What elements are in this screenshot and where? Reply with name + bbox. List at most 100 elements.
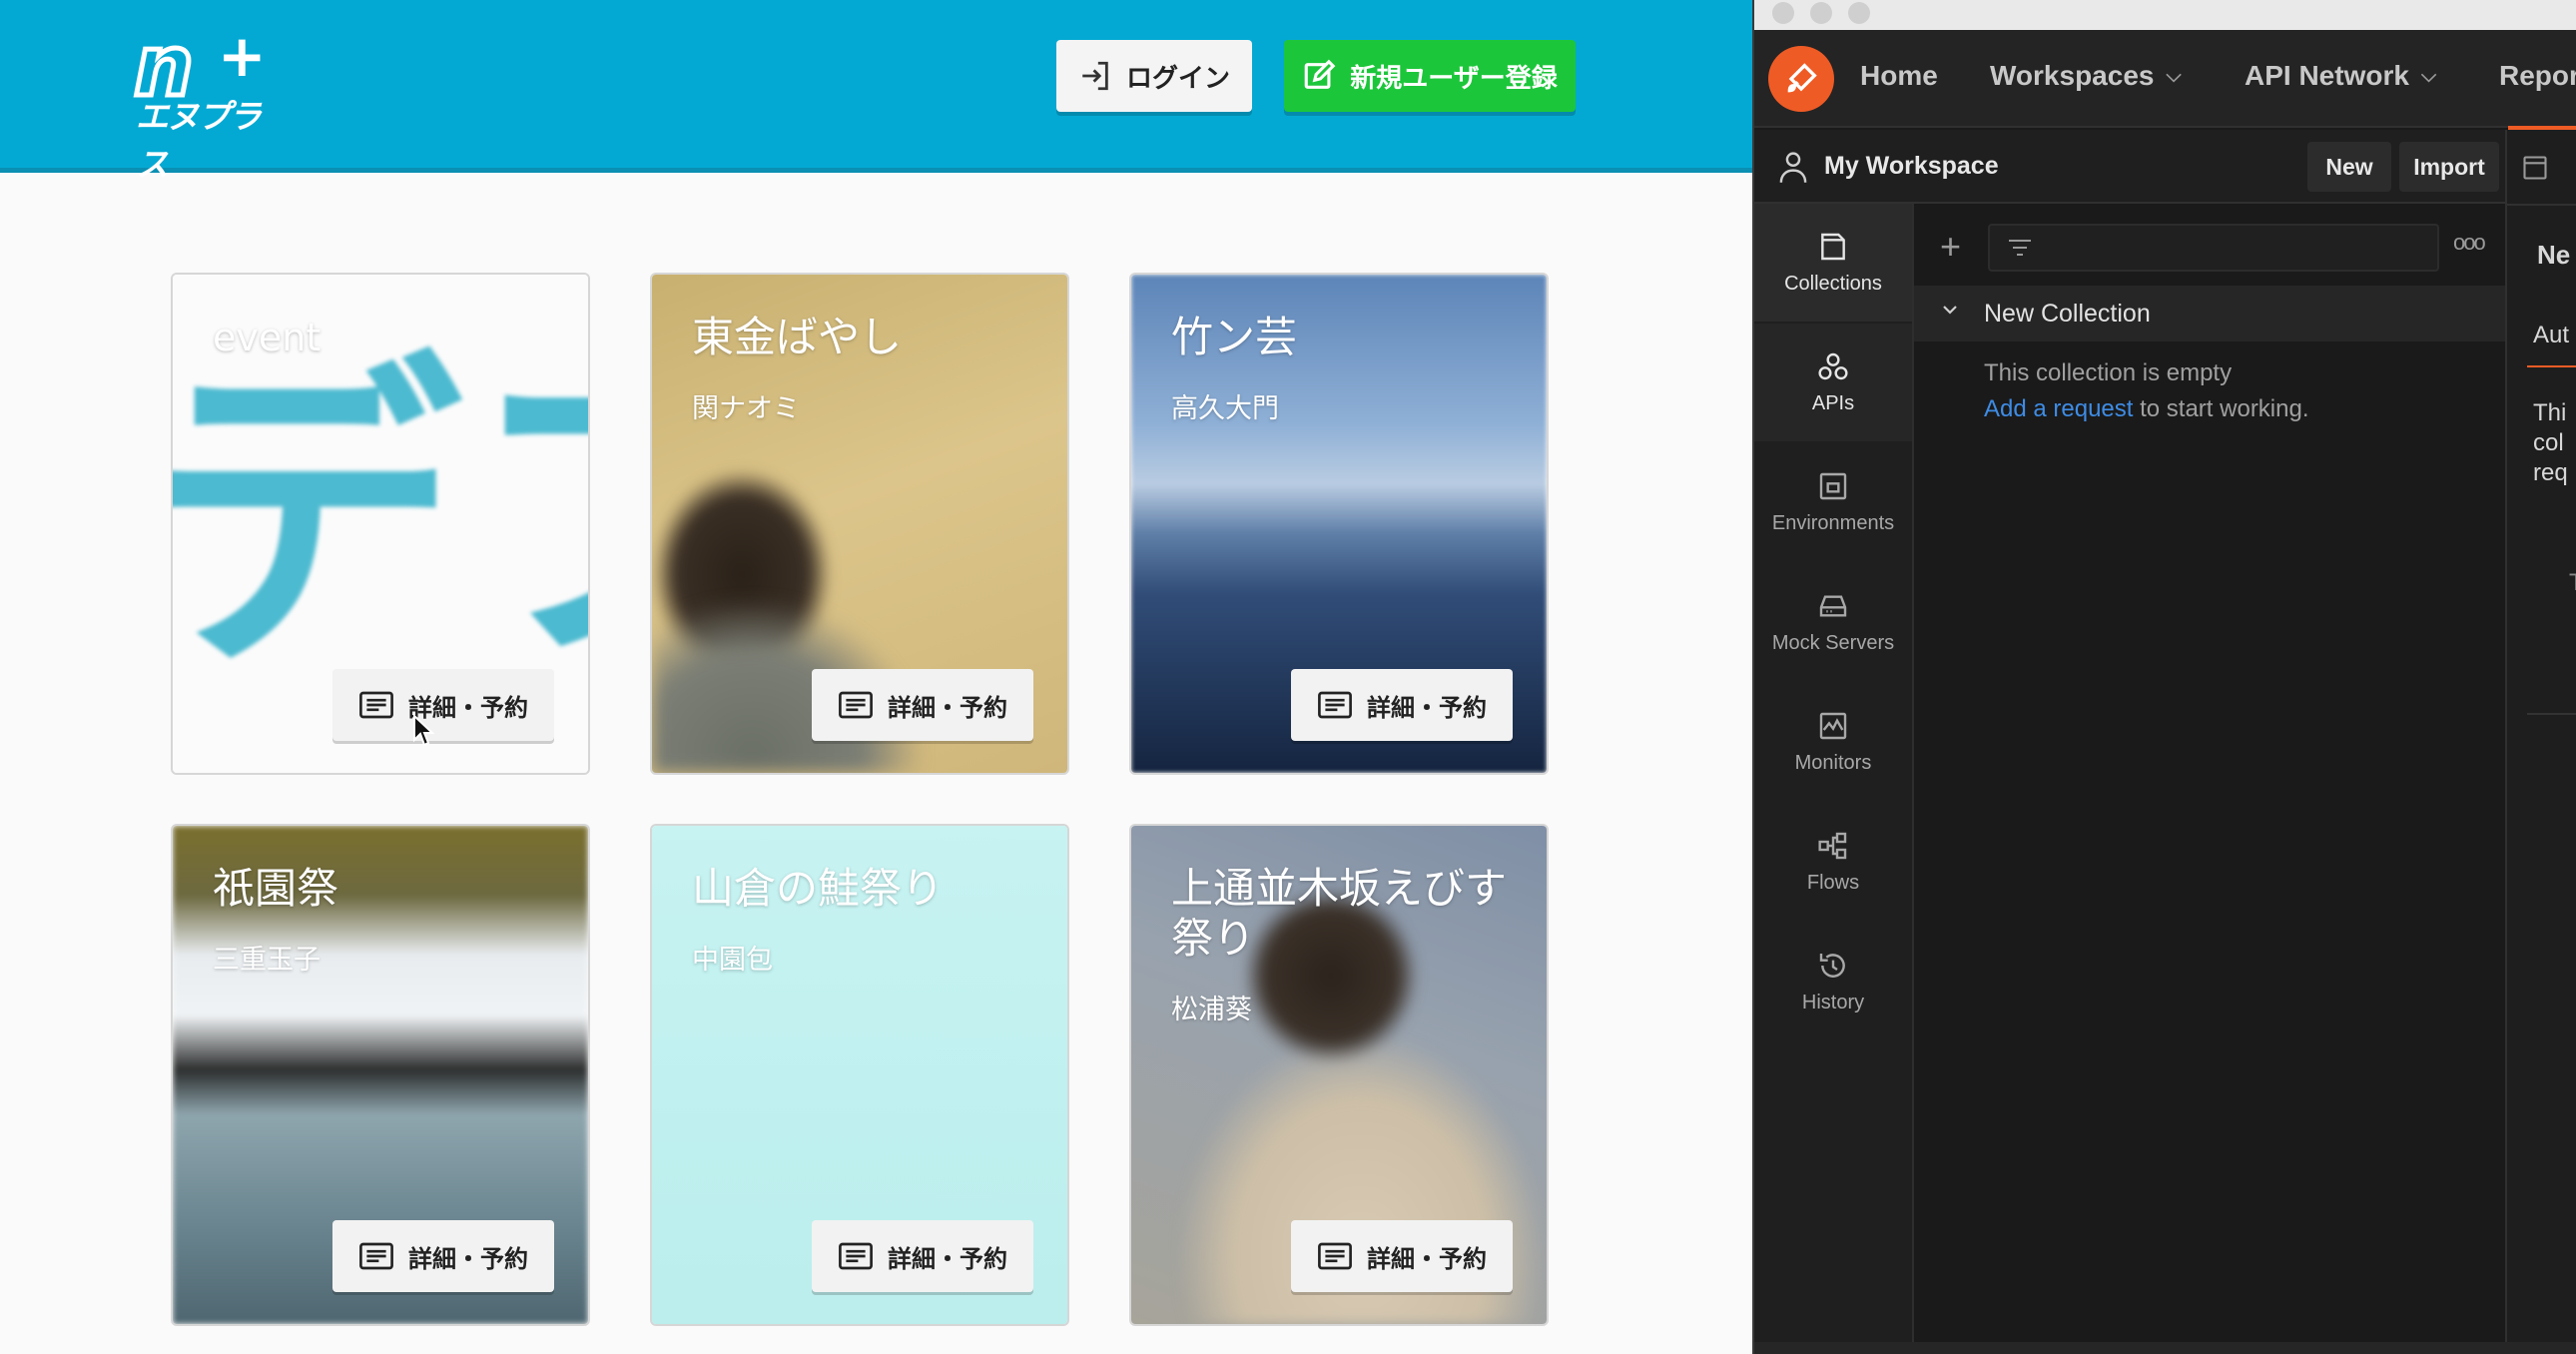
panel-divider [2507,204,2576,206]
chevron-down-icon: ⌵ [2166,64,2182,87]
list-icon [839,691,873,719]
collection-detail-panel: Ne Aut Thi col req T [2505,130,2576,1354]
sidebar-item-mock-servers[interactable]: Mock Servers [1754,563,1912,681]
zoom-window-icon[interactable] [1848,2,1870,24]
close-window-icon[interactable] [1772,2,1794,24]
event-organizer: 中園包 [692,945,773,976]
sidebar-item-history[interactable]: History [1754,923,1912,1040]
apis-icon [1818,352,1848,379]
minimize-window-icon[interactable] [1810,2,1832,24]
event-title: 祇園祭 [213,864,339,913]
logo-kana-text: エヌプラス [136,97,262,184]
site-logo[interactable]: n + エヌプラス [132,22,274,185]
workspace-name[interactable]: My Workspace [1824,152,1999,181]
active-tab-underline [2527,365,2576,367]
collections-toolbar: + ooo [1914,218,2505,278]
event-card[interactable]: 竹ン芸 高久大門 詳細・予約 [1129,273,1549,775]
app-header: n + エヌプラス ログイン 新規ユーザー登録 [0,0,1752,185]
panel-divider [2527,713,2576,715]
import-button[interactable]: Import [2399,142,2499,192]
event-card[interactable]: 東金ばやし 関ナオミ 詳細・予約 [650,273,1069,775]
workspace-bar: My Workspace New Import [1754,130,2505,204]
nav-api-network[interactable]: API Network ⌵ [2245,60,2436,92]
user-icon [1779,152,1807,183]
list-icon [359,691,393,719]
detail-reserve-button[interactable]: 詳細・予約 [812,1220,1033,1292]
nav-workspaces[interactable]: Workspaces ⌵ [1990,60,2182,92]
empty-collection-hint: Add a request to start working. [1984,395,2309,423]
detail-heading: Ne [2537,240,2571,270]
login-icon [1082,61,1108,91]
detail-reserve-label: 詳細・予約 [1367,693,1487,722]
chevron-down-icon[interactable] [1940,300,1960,320]
mouse-cursor-icon [413,714,434,747]
detail-reserve-button[interactable]: 詳細・予約 [332,1220,554,1292]
detail-reserve-label: 詳細・予約 [408,1244,528,1273]
login-button[interactable]: ログイン [1056,40,1252,112]
sidebar-item-environments[interactable]: Environments [1754,443,1912,561]
register-button[interactable]: 新規ユーザー登録 [1284,40,1576,112]
environments-icon [1819,472,1847,499]
sidebar-item-flows[interactable]: Flows [1754,803,1912,921]
sidebar-item-label: History [1801,991,1865,1014]
detail-reserve-button[interactable]: 詳細・予約 [812,669,1033,741]
add-request-link[interactable]: Add a request [1984,395,2133,422]
event-title: 竹ン芸 [1171,313,1298,361]
top-navigation: Home Workspaces ⌵ API Network ⌵ Repor [1754,30,2576,130]
event-organizer: 三重玉子 [213,945,321,976]
filter-input[interactable] [1988,224,2439,272]
new-button[interactable]: New [2307,142,2391,192]
collections-panel: + ooo New Collection This collection is … [1914,204,2505,1354]
event-card[interactable]: デフォ event 詳細・予約 [171,273,590,775]
event-card[interactable]: 山倉の鮭祭り 中園包 詳細・予約 [650,824,1069,1326]
sidebar-item-collections[interactable]: Collections [1754,204,1912,322]
sidebar-item-monitors[interactable]: Monitors [1754,683,1912,801]
postman-sidebar: Collections APIs Environments Mock Serve… [1754,204,1914,1354]
chevron-down-icon: ⌵ [2420,64,2437,87]
event-title: 東金ばやし [692,313,903,361]
postman-logo[interactable] [1768,46,1834,112]
event-title: 山倉の鮭祭り [692,864,945,913]
more-options-icon[interactable]: ooo [2453,230,2486,256]
collection-row[interactable]: New Collection [1914,286,2505,341]
event-organizer: 関ナオミ [692,393,800,424]
sidebar-item-label: Mock Servers [1771,631,1895,654]
nav-workspaces-label: Workspaces [1990,60,2155,91]
add-request-suffix: to start working. [2133,395,2309,422]
sidebar-item-label: Flows [1806,871,1860,894]
event-web-app: n + エヌプラス ログイン 新規ユーザー登録 デフォ event 詳細・予約 [0,0,1752,1354]
event-card[interactable]: 祇園祭 三重玉子 詳細・予約 [171,824,590,1326]
sidebar-item-label: Environments [1771,511,1895,534]
register-label: 新規ユーザー登録 [1350,63,1558,94]
sidebar-item-label: APIs [1811,391,1855,414]
detail-reserve-button[interactable]: 詳細・予約 [332,669,554,741]
event-card[interactable]: 上通並木坂えびす祭り 松浦葵 詳細・予約 [1129,824,1549,1326]
plus-icon[interactable]: + [1940,229,1961,265]
list-icon [1318,691,1352,719]
collection-name: New Collection [1984,300,2151,328]
mock-servers-icon [1819,594,1847,617]
event-title: 上通並木坂えびす祭り [1171,864,1508,963]
monitors-icon [1819,712,1847,739]
detail-reserve-label: 詳細・予約 [888,693,1007,722]
flows-icon [1818,832,1847,859]
tab-authorization[interactable]: Aut [2533,322,2569,349]
status-bar [1754,1342,2576,1354]
nav-api-network-label: API Network [2245,60,2409,91]
detail-reserve-button[interactable]: 詳細・予約 [1291,1220,1513,1292]
list-icon [839,1242,873,1270]
postman-window: Home Workspaces ⌵ API Network ⌵ Repor My… [1752,0,2576,1354]
edit-icon [1304,59,1336,89]
filter-icon [2009,240,2031,256]
sidebar-item-apis[interactable]: APIs [1754,324,1912,441]
rocket-icon [1787,63,1817,93]
window-titlebar [1754,0,2576,30]
detail-description-line: req [2533,459,2568,486]
detail-reserve-button[interactable]: 詳細・予約 [1291,669,1513,741]
nav-reports[interactable]: Repor [2499,60,2576,92]
detail-reserve-label: 詳細・予約 [888,1244,1007,1273]
list-icon [359,1242,393,1270]
nav-home[interactable]: Home [1860,60,1938,92]
login-label: ログイン [1125,63,1230,94]
type-label: T [2569,569,2576,597]
